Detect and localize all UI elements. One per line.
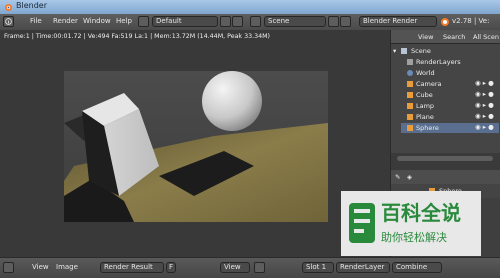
render-result-image xyxy=(64,71,328,222)
panel-divider xyxy=(390,153,500,170)
outliner-row-camera[interactable]: Camera ◉ ▸ ● xyxy=(401,79,499,89)
world-icon xyxy=(407,70,413,76)
fake-user-button[interactable]: F xyxy=(166,262,176,273)
pass-selector[interactable]: Combine xyxy=(392,262,442,273)
mesh-icon xyxy=(407,114,413,120)
render-stats: Frame:1 | Time:00:01.72 | Ve:494 Fa:519 … xyxy=(4,33,270,40)
menu-image[interactable]: Image xyxy=(56,263,78,271)
blender-logo-icon xyxy=(441,18,449,26)
renderlayers-icon xyxy=(407,59,413,65)
sphere-shape xyxy=(202,71,262,131)
window-titlebar: Blender xyxy=(0,0,500,15)
outliner-tab-search[interactable]: Search xyxy=(443,33,465,41)
renderlayer-selector[interactable]: RenderLayer xyxy=(336,262,390,273)
editor-type-button[interactable] xyxy=(3,262,14,273)
screen-layout-icon[interactable] xyxy=(138,16,149,27)
editor-type-button[interactable] xyxy=(3,16,14,27)
lamp-icon xyxy=(407,103,413,109)
visibility-icons[interactable]: ◉ ▸ ● xyxy=(475,123,494,131)
menu-help[interactable]: Help xyxy=(116,17,132,25)
menu-window[interactable]: Window xyxy=(83,17,111,25)
info-icon xyxy=(5,18,12,25)
blender-logo-icon xyxy=(5,4,12,11)
outliner-row-sphere[interactable]: Sphere ◉ ▸ ● xyxy=(401,123,499,133)
outliner-scrollbar[interactable] xyxy=(397,156,493,161)
visibility-icons[interactable]: ◉ ▸ ● xyxy=(475,90,494,98)
pin-icon[interactable]: ✎ xyxy=(395,173,400,181)
render-engine-selector[interactable]: Blender Render xyxy=(359,16,437,27)
watermark: 百科全说 助你轻松解决 xyxy=(341,191,481,256)
menu-render[interactable]: Render xyxy=(53,17,78,25)
visibility-icons[interactable]: ◉ ▸ ● xyxy=(475,101,494,109)
outliner-header: View Search All Scen xyxy=(391,30,500,44)
image-selector[interactable]: Render Result xyxy=(100,262,164,273)
remove-layout-icon[interactable] xyxy=(232,16,243,27)
outliner-row-world[interactable]: World xyxy=(401,68,499,78)
outliner-tab-view[interactable]: View xyxy=(418,33,433,41)
remove-scene-icon[interactable] xyxy=(340,16,351,27)
outliner-row-plane[interactable]: Plane ◉ ▸ ● xyxy=(401,112,499,122)
visibility-icons[interactable]: ◉ ▸ ● xyxy=(475,79,494,87)
outliner-row-cube[interactable]: Cube ◉ ▸ ● xyxy=(401,90,499,100)
scene-icon xyxy=(401,48,407,54)
window-title: Blender xyxy=(16,1,47,10)
view-mode-selector[interactable]: View xyxy=(220,262,250,273)
info-header: File Render Window Help Default Scene Bl… xyxy=(0,14,500,31)
properties-tabs[interactable]: ✎ ◈ xyxy=(391,170,500,184)
add-layout-icon[interactable] xyxy=(220,16,231,27)
image-editor-header: View Image Render Result F View Slot 1 R… xyxy=(0,257,500,278)
outliner-row-scene[interactable]: ▾ Scene xyxy=(393,46,499,56)
mesh-icon xyxy=(407,92,413,98)
watermark-subtitle: 助你轻松解决 xyxy=(381,231,447,244)
visibility-icons[interactable]: ◉ ▸ ● xyxy=(475,112,494,120)
watermark-title: 百科全说 xyxy=(381,201,461,225)
outliner-panel: View Search All Scen ▾ Scene RenderLayer… xyxy=(390,30,500,153)
zoom-icon[interactable] xyxy=(254,262,265,273)
screen-layout-selector[interactable]: Default xyxy=(152,16,218,27)
scene-icon[interactable] xyxy=(250,16,261,27)
object-icon[interactable]: ◈ xyxy=(407,173,412,181)
mesh-icon xyxy=(407,125,413,131)
outliner-tab-all-scenes[interactable]: All Scen xyxy=(473,33,499,41)
scene-selector[interactable]: Scene xyxy=(264,16,326,27)
menu-view[interactable]: View xyxy=(32,263,49,271)
add-scene-icon[interactable] xyxy=(328,16,339,27)
slot-selector[interactable]: Slot 1 xyxy=(302,262,334,273)
camera-icon xyxy=(407,81,413,87)
watermark-logo-icon xyxy=(349,203,375,243)
menu-file[interactable]: File xyxy=(30,17,42,25)
outliner-row-lamp[interactable]: Lamp ◉ ▸ ● xyxy=(401,101,499,111)
outliner-row-renderlayers[interactable]: RenderLayers xyxy=(401,57,499,67)
version-info: v2.78 | Ve: xyxy=(452,17,490,25)
